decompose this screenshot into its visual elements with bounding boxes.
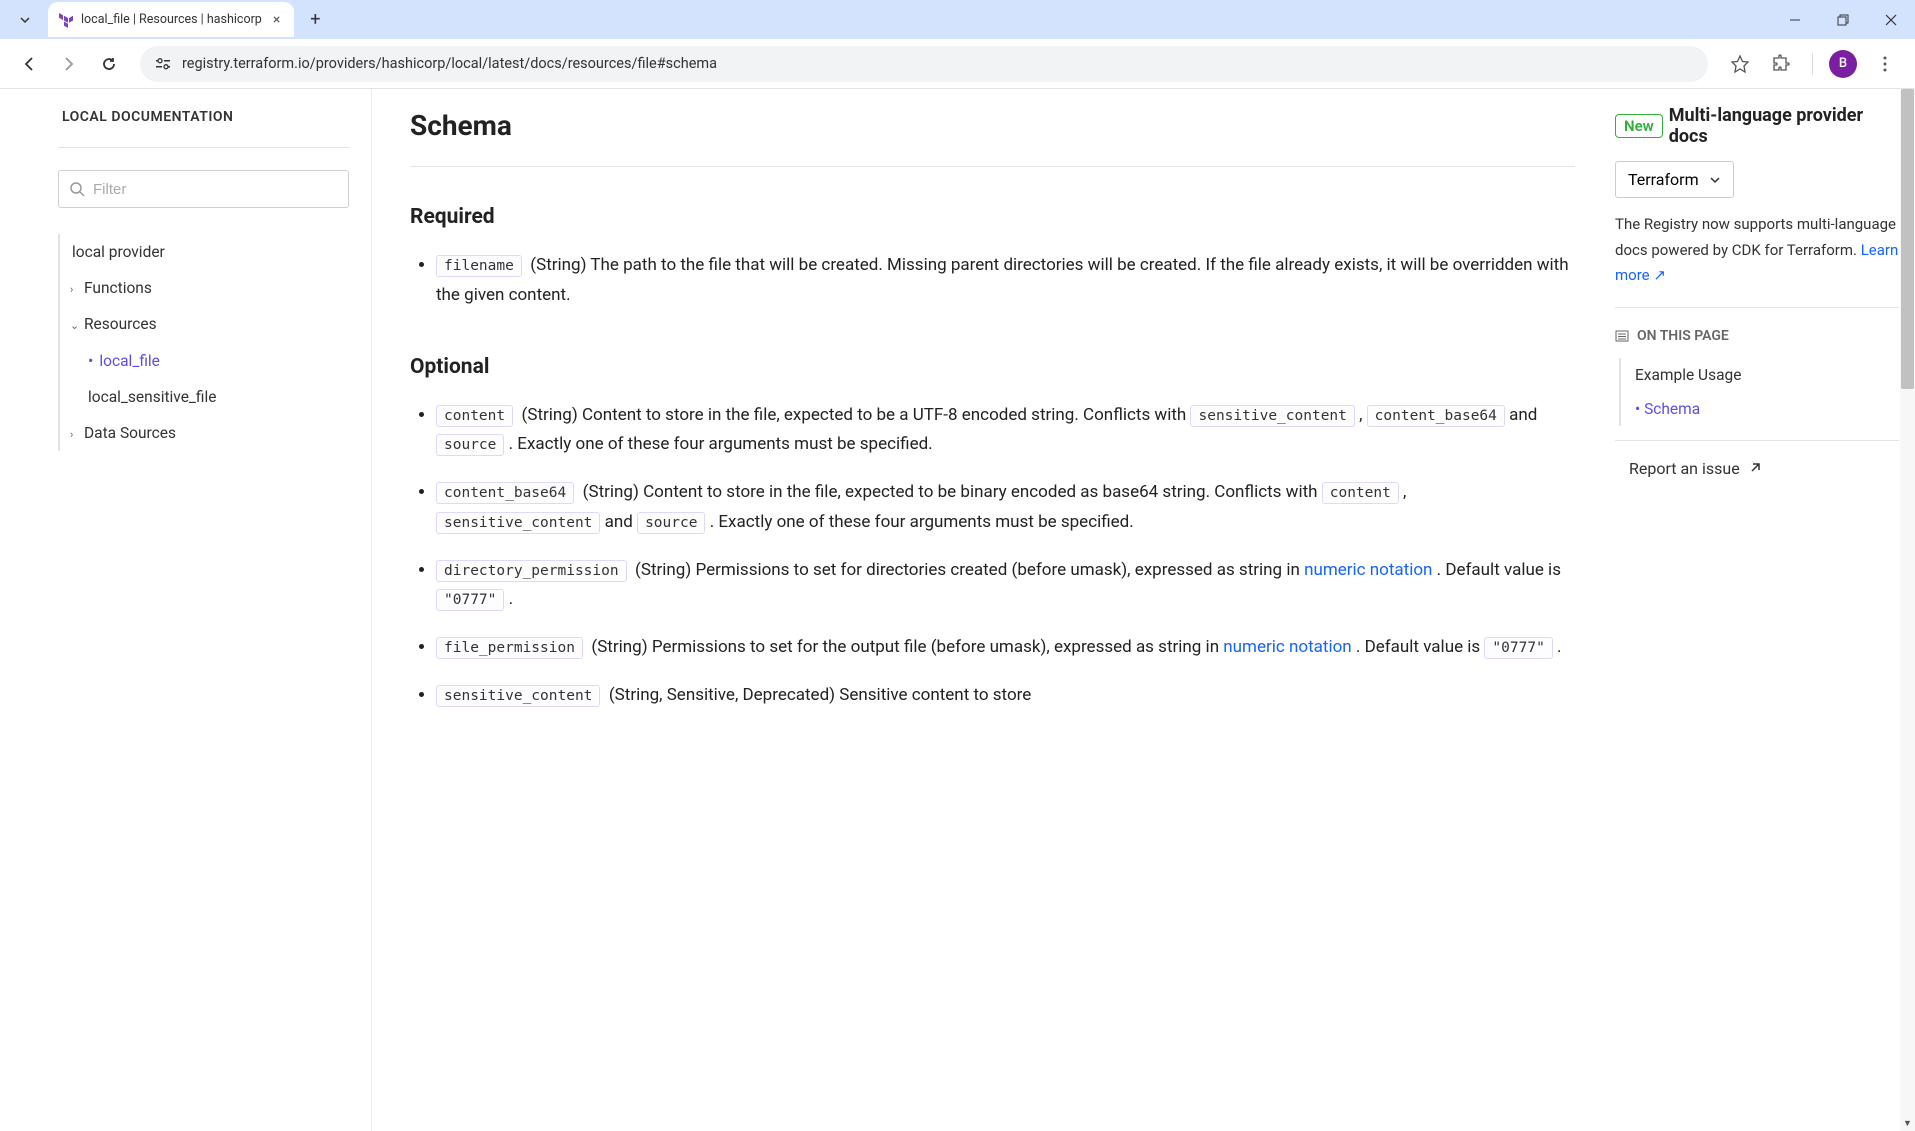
list-item: content_base64 (String) Content to store… bbox=[436, 478, 1575, 538]
bullet-icon: • bbox=[88, 351, 93, 370]
main-content: Schema Required filename (String) The pa… bbox=[372, 89, 1615, 1131]
code-content-base64: content_base64 bbox=[1367, 405, 1505, 427]
chevron-down-icon: ⌄ bbox=[70, 319, 80, 332]
sidebar-title: LOCAL DOCUMENTATION bbox=[58, 109, 349, 148]
chevron-right-icon: › bbox=[70, 283, 80, 296]
list-item: sensitive_content (String, Sensitive, De… bbox=[436, 681, 1575, 711]
profile-avatar[interactable]: B bbox=[1825, 46, 1861, 82]
required-list: filename (String) The path to the file t… bbox=[410, 251, 1575, 311]
heading-optional: Optional bbox=[410, 355, 1575, 379]
code-content: content bbox=[436, 405, 513, 427]
right-column: New Multi-language provider docs Terrafo… bbox=[1615, 89, 1915, 1131]
code-filename: filename bbox=[436, 255, 522, 277]
terraform-icon bbox=[58, 12, 74, 28]
heading-schema: Schema bbox=[410, 109, 1575, 142]
list-item: directory_permission (String) Permission… bbox=[436, 556, 1575, 616]
close-tab-icon[interactable]: × bbox=[269, 10, 284, 30]
url-text: registry.terraform.io/providers/hashicor… bbox=[182, 55, 717, 72]
sidebar-nav: local provider ›Functions ⌄Resources •lo… bbox=[58, 234, 349, 451]
otp-item-schema[interactable]: • Schema bbox=[1621, 392, 1899, 426]
list-icon bbox=[1615, 329, 1629, 343]
tab-title: local_file | Resources | hashicorp bbox=[81, 12, 262, 27]
bookmark-star-icon[interactable] bbox=[1722, 46, 1758, 82]
divider bbox=[1615, 440, 1899, 441]
reload-button[interactable] bbox=[92, 47, 126, 81]
list-item: content (String) Content to store in the… bbox=[436, 401, 1575, 461]
browser-tab-strip: local_file | Resources | hashicorp × + bbox=[0, 0, 1915, 39]
bullet-icon: • bbox=[1635, 400, 1644, 418]
link-numeric-notation[interactable]: numeric notation bbox=[1304, 560, 1432, 580]
otp-item-example-usage[interactable]: Example Usage bbox=[1621, 358, 1899, 392]
code-default: "0777" bbox=[436, 589, 504, 611]
external-link-icon bbox=[1748, 461, 1762, 475]
code-file-permission: file_permission bbox=[436, 637, 583, 659]
on-this-page-header: ON THIS PAGE bbox=[1615, 328, 1899, 344]
filter-box[interactable] bbox=[58, 170, 349, 208]
code-sensitive-content: sensitive_content bbox=[1190, 405, 1354, 427]
browser-tab[interactable]: local_file | Resources | hashicorp × bbox=[48, 2, 294, 37]
report-issue-link[interactable]: Report an issue bbox=[1615, 459, 1899, 478]
new-badge: New bbox=[1615, 114, 1663, 138]
code-sensitive-content: sensitive_content bbox=[436, 512, 600, 534]
filter-input[interactable] bbox=[93, 181, 338, 198]
code-content: content bbox=[1322, 482, 1399, 504]
extensions-icon[interactable] bbox=[1764, 46, 1800, 82]
link-numeric-notation[interactable]: numeric notation bbox=[1223, 637, 1351, 657]
browser-toolbar: registry.terraform.io/providers/hashicor… bbox=[0, 39, 1915, 89]
multi-lang-text: The Registry now supports multi-language… bbox=[1615, 212, 1899, 308]
sidebar-item-data-sources[interactable]: ›Data Sources bbox=[58, 415, 349, 451]
scroll-down-icon[interactable]: ▼ bbox=[1900, 1116, 1915, 1131]
on-this-page-list: Example Usage • Schema bbox=[1619, 358, 1899, 426]
code-sensitive-content: sensitive_content bbox=[436, 685, 600, 707]
language-select[interactable]: Terraform bbox=[1615, 161, 1734, 198]
divider bbox=[410, 166, 1575, 167]
sidebar-item-local-provider[interactable]: local provider bbox=[58, 234, 349, 270]
sidebar: LOCAL DOCUMENTATION local provider ›Func… bbox=[0, 89, 372, 1131]
toolbar-divider bbox=[1812, 53, 1813, 75]
sidebar-item-resources[interactable]: ⌄Resources bbox=[58, 306, 349, 342]
menu-button[interactable] bbox=[1867, 46, 1903, 82]
chevron-down-icon bbox=[1709, 174, 1721, 186]
code-content-base64: content_base64 bbox=[436, 482, 574, 504]
code-source: source bbox=[436, 434, 504, 456]
chevron-right-icon: › bbox=[70, 428, 80, 441]
maximize-button[interactable] bbox=[1819, 0, 1867, 39]
new-tab-button[interactable]: + bbox=[300, 5, 330, 35]
minimize-button[interactable] bbox=[1771, 0, 1819, 39]
page-content: LOCAL DOCUMENTATION local provider ›Func… bbox=[0, 89, 1915, 1131]
tab-controls: local_file | Resources | hashicorp × + bbox=[10, 0, 330, 39]
list-item: filename (String) The path to the file t… bbox=[436, 251, 1575, 311]
search-icon bbox=[69, 181, 85, 197]
multi-lang-title: Multi-language provider docs bbox=[1669, 105, 1899, 147]
tabs-dropdown[interactable] bbox=[10, 5, 40, 35]
heading-required: Required bbox=[410, 205, 1575, 229]
sidebar-item-functions[interactable]: ›Functions bbox=[58, 270, 349, 306]
forward-button[interactable] bbox=[52, 47, 86, 81]
address-bar[interactable]: registry.terraform.io/providers/hashicor… bbox=[140, 46, 1708, 82]
scrollbar[interactable]: ▲ ▼ bbox=[1900, 89, 1915, 1131]
sidebar-item-local-sensitive-file[interactable]: local_sensitive_file bbox=[58, 379, 349, 415]
site-settings-icon[interactable] bbox=[154, 55, 172, 73]
sidebar-item-local-file[interactable]: •local_file bbox=[58, 342, 349, 379]
code-directory-permission: directory_permission bbox=[436, 560, 627, 582]
window-controls bbox=[1771, 0, 1915, 39]
scroll-thumb[interactable] bbox=[1901, 89, 1914, 389]
list-item: file_permission (String) Permissions to … bbox=[436, 633, 1575, 663]
code-source: source bbox=[637, 512, 705, 534]
back-button[interactable] bbox=[12, 47, 46, 81]
optional-list: content (String) Content to store in the… bbox=[410, 401, 1575, 711]
multi-lang-header: New Multi-language provider docs bbox=[1615, 105, 1899, 147]
close-window-button[interactable] bbox=[1867, 0, 1915, 39]
code-default: "0777" bbox=[1484, 637, 1552, 659]
